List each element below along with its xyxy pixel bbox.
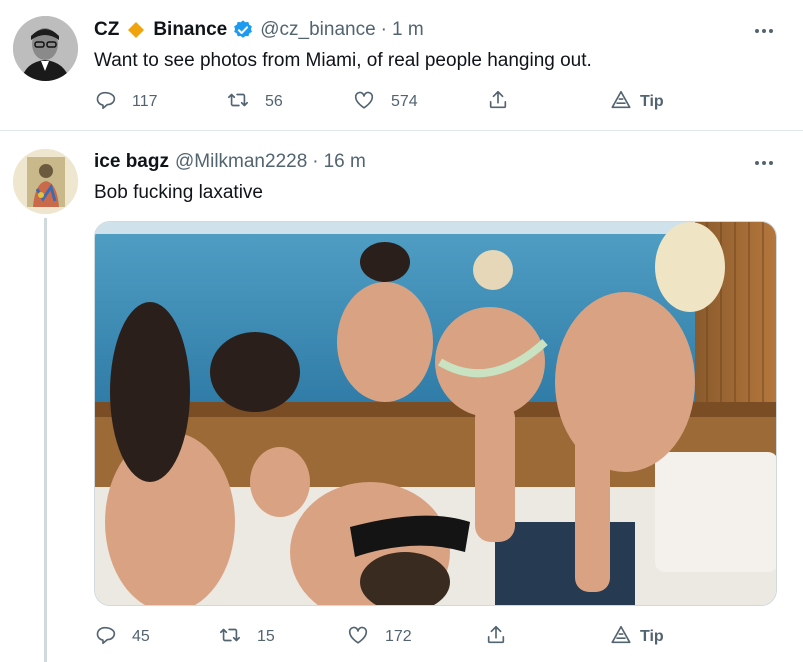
share-button[interactable] xyxy=(485,625,507,649)
timestamp[interactable]: 1 m xyxy=(392,19,424,41)
tweet-actions: 117 56 574 Tip xyxy=(94,90,694,114)
retweet-button[interactable]: 15 xyxy=(219,625,275,649)
orange-diamond-icon xyxy=(127,21,145,39)
share-icon xyxy=(485,624,507,651)
retweet-count: 56 xyxy=(265,93,283,110)
like-button[interactable]: 574 xyxy=(353,90,418,114)
handle[interactable]: @Milkman2228 xyxy=(175,151,307,173)
like-icon xyxy=(347,624,369,651)
reply-icon xyxy=(94,89,116,116)
display-name[interactable]: ice bagz xyxy=(94,151,169,173)
timestamp[interactable]: 16 m xyxy=(324,151,366,173)
separator: · xyxy=(380,19,387,40)
more-icon[interactable] xyxy=(753,152,775,174)
share-button[interactable] xyxy=(487,90,509,114)
tweet[interactable]: CZ Binance @cz_binance · 1 m Want to see… xyxy=(0,0,803,131)
tip-button[interactable]: Tip xyxy=(610,625,664,649)
tip-label: Tip xyxy=(640,628,664,645)
reply-button[interactable]: 117 xyxy=(94,90,158,114)
share-icon xyxy=(487,89,509,116)
avatar[interactable] xyxy=(13,149,78,214)
reply-icon xyxy=(94,624,116,651)
more-icon[interactable] xyxy=(753,20,775,42)
display-name-suffix[interactable]: Binance xyxy=(153,19,227,41)
avatar[interactable] xyxy=(13,16,78,81)
like-count: 172 xyxy=(385,628,412,645)
reply-count: 117 xyxy=(132,93,158,110)
reply-count: 45 xyxy=(132,628,150,645)
like-count: 574 xyxy=(391,93,418,110)
tweet[interactable]: ice bagz @Milkman2228 · 16 m Bob fucking… xyxy=(0,132,803,662)
retweet-icon xyxy=(227,89,249,116)
handle[interactable]: @cz_binance xyxy=(260,19,375,41)
tweet-header: CZ Binance @cz_binance · 1 m xyxy=(94,18,424,42)
tweet-header: ice bagz @Milkman2228 · 16 m xyxy=(94,150,366,174)
like-icon xyxy=(353,89,375,116)
tip-icon xyxy=(610,624,632,651)
verified-badge-icon xyxy=(232,19,254,41)
tip-label: Tip xyxy=(640,93,664,110)
retweet-count: 15 xyxy=(257,628,275,645)
reply-button[interactable]: 45 xyxy=(94,625,150,649)
tip-button[interactable]: Tip xyxy=(610,90,664,114)
tweet-text: Want to see photos from Miami, of real p… xyxy=(94,50,592,71)
thread-line xyxy=(44,218,47,662)
retweet-button[interactable]: 56 xyxy=(227,90,283,114)
separator: · xyxy=(312,151,319,172)
retweet-icon xyxy=(219,624,241,651)
tweet-actions: 45 15 172 Tip xyxy=(94,625,694,649)
tweet-photo[interactable] xyxy=(94,221,777,606)
tweet-text: Bob fucking laxative xyxy=(94,182,263,203)
tip-icon xyxy=(610,89,632,116)
display-name[interactable]: CZ xyxy=(94,19,119,41)
like-button[interactable]: 172 xyxy=(347,625,412,649)
